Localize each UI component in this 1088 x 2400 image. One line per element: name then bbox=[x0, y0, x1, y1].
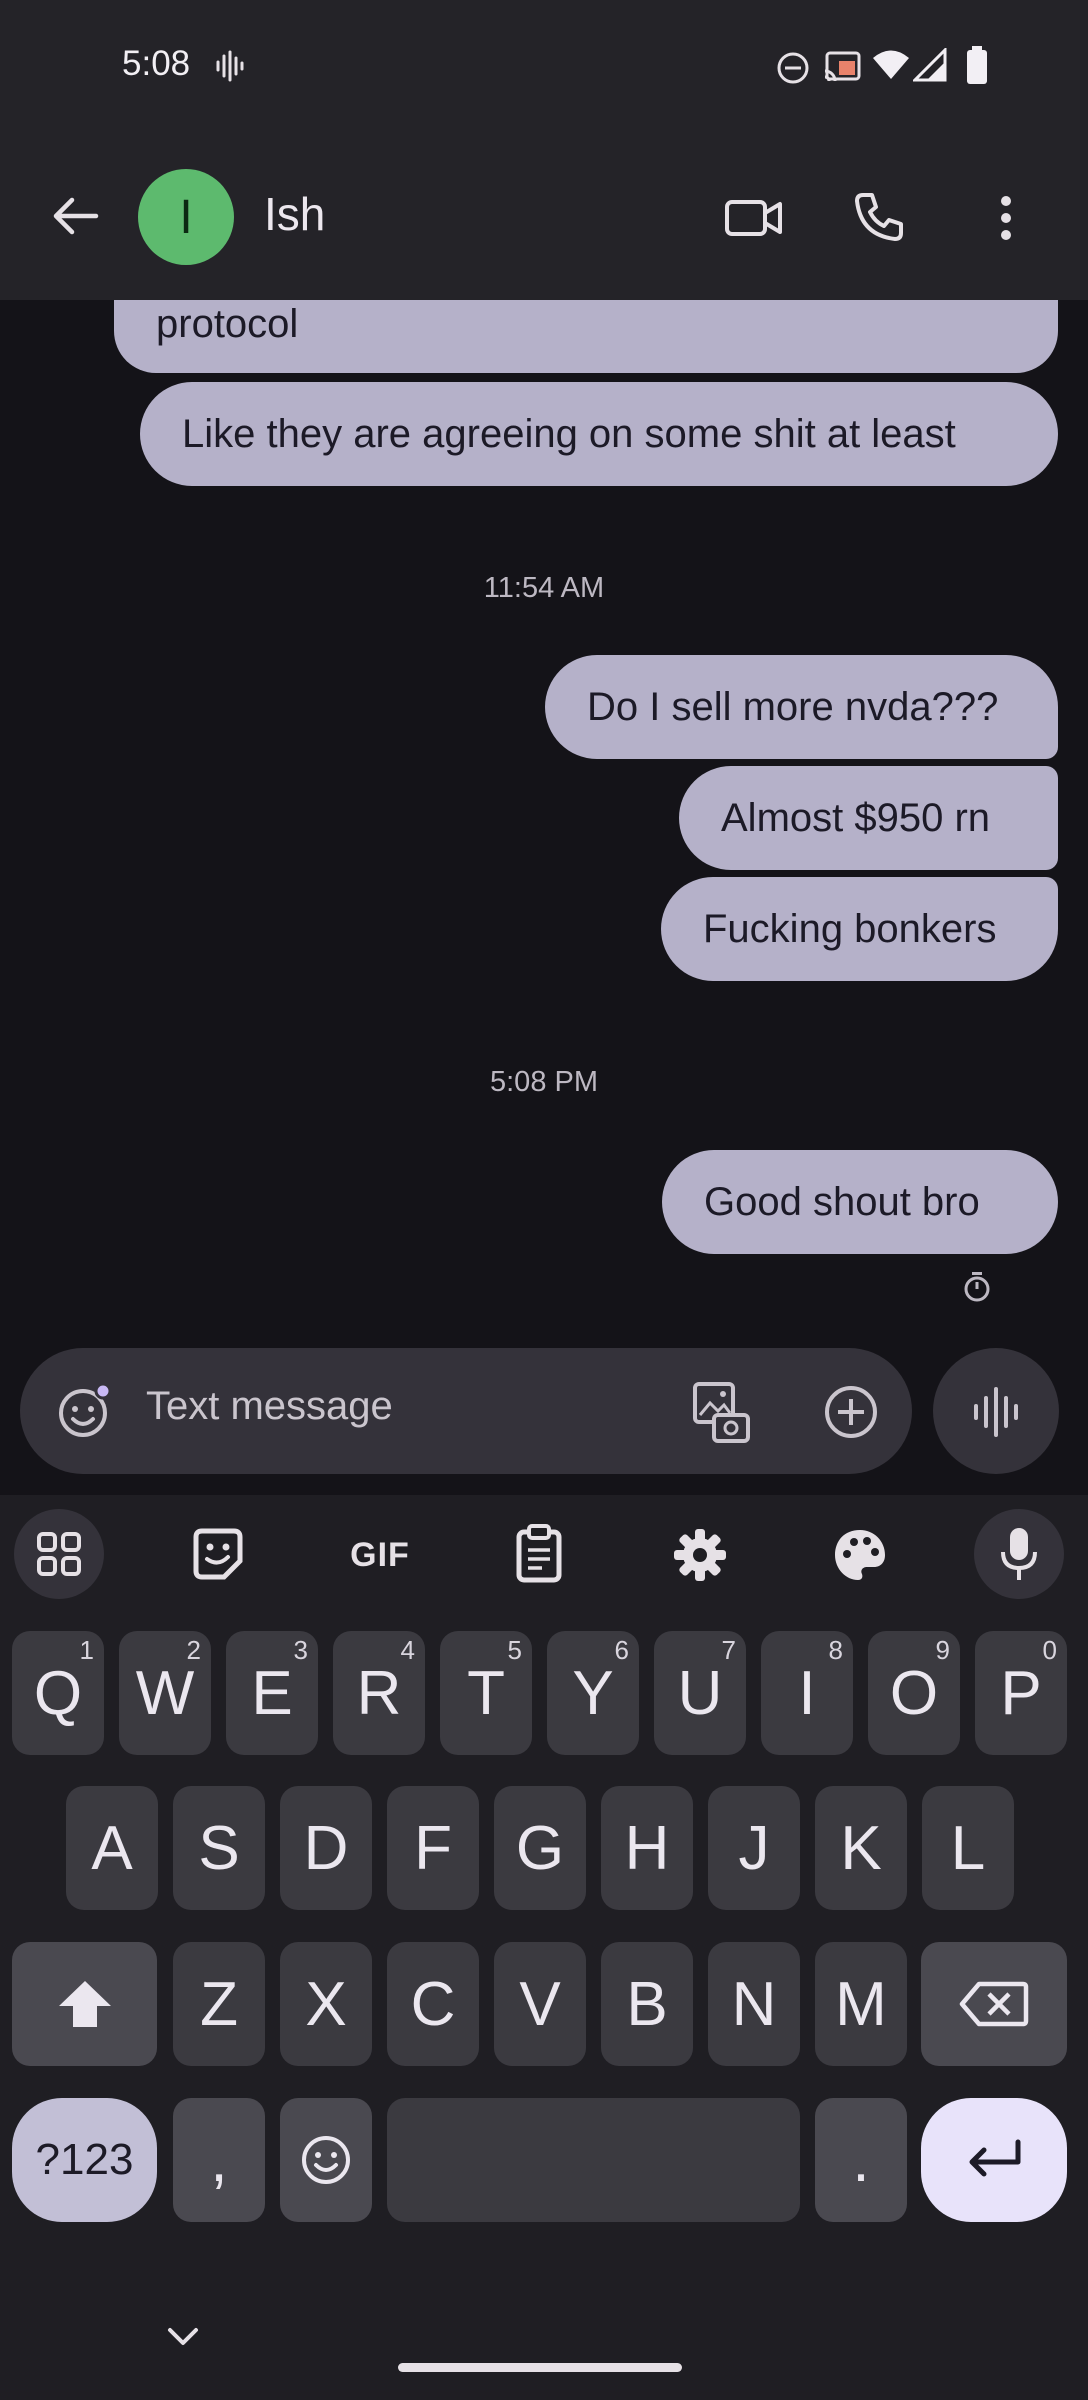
battery-icon bbox=[967, 46, 987, 84]
enter-icon bbox=[969, 2139, 1021, 2177]
do-not-disturb-icon bbox=[777, 52, 809, 84]
message-bubble[interactable]: Do I sell more nvda??? bbox=[545, 655, 1058, 759]
key-p[interactable]: P0 bbox=[975, 1631, 1067, 1755]
key-h[interactable]: H bbox=[601, 1786, 693, 1910]
period-key[interactable]: . bbox=[815, 2098, 907, 2222]
apps-grid-button[interactable] bbox=[14, 1509, 104, 1599]
sound-wave-status-icon bbox=[216, 50, 244, 82]
apps-grid-icon bbox=[37, 1532, 81, 1576]
key-v[interactable]: V bbox=[494, 1942, 586, 2066]
message-bubble[interactable]: Good shout bro bbox=[662, 1150, 1058, 1254]
status-time: 5:08 bbox=[122, 44, 191, 83]
shift-icon bbox=[58, 1981, 111, 2027]
gesture-nav-handle[interactable] bbox=[398, 2363, 682, 2372]
message-bubble[interactable]: protocol bbox=[114, 300, 1058, 373]
cellular-signal-icon bbox=[913, 48, 947, 82]
key-i[interactable]: I8 bbox=[761, 1631, 853, 1755]
emoji-key-icon bbox=[302, 2136, 350, 2184]
sticker-icon[interactable] bbox=[190, 1527, 246, 1583]
timestamp: 11:54 AM bbox=[483, 572, 605, 604]
chevron-down-icon[interactable] bbox=[166, 2326, 200, 2348]
key-b[interactable]: B bbox=[601, 1942, 693, 2066]
key-q[interactable]: Q1 bbox=[12, 1631, 104, 1755]
backspace-key[interactable] bbox=[921, 1942, 1067, 2066]
microphone-icon bbox=[1001, 1528, 1037, 1580]
key-k[interactable]: K bbox=[815, 1786, 907, 1910]
backspace-icon bbox=[959, 1981, 1029, 2027]
key-d[interactable]: D bbox=[280, 1786, 372, 1910]
key-n[interactable]: N bbox=[708, 1942, 800, 2066]
more-vert-icon[interactable] bbox=[996, 193, 1016, 243]
avatar[interactable]: I bbox=[138, 169, 234, 265]
enter-key[interactable] bbox=[921, 2098, 1067, 2222]
key-u[interactable]: U7 bbox=[654, 1631, 746, 1755]
key-x[interactable]: X bbox=[280, 1942, 372, 2066]
key-y[interactable]: Y6 bbox=[547, 1631, 639, 1755]
emoji-key[interactable] bbox=[280, 2098, 372, 2222]
add-icon[interactable] bbox=[823, 1384, 879, 1440]
message-placeholder[interactable]: Text message bbox=[146, 1384, 393, 1429]
message-thread[interactable]: protocol Like they are agreeing on some … bbox=[0, 300, 1088, 1345]
key-f[interactable]: F bbox=[387, 1786, 479, 1910]
comma-key[interactable]: , bbox=[173, 2098, 265, 2222]
message-bubble[interactable]: Fucking bonkers bbox=[661, 877, 1058, 981]
key-e[interactable]: E3 bbox=[226, 1631, 318, 1755]
clipboard-icon[interactable] bbox=[516, 1524, 562, 1584]
palette-icon[interactable] bbox=[832, 1527, 888, 1583]
key-c[interactable]: C bbox=[387, 1942, 479, 2066]
status-bar: 5:08 bbox=[0, 0, 1088, 135]
key-r[interactable]: R4 bbox=[333, 1631, 425, 1755]
video-call-icon[interactable] bbox=[724, 196, 784, 240]
key-g[interactable]: G bbox=[494, 1786, 586, 1910]
message-bubble[interactable]: Like they are agreeing on some shit at l… bbox=[140, 382, 1058, 486]
timestamp: 5:08 PM bbox=[490, 1066, 598, 1098]
phone-icon[interactable] bbox=[853, 191, 905, 243]
gallery-icon[interactable] bbox=[690, 1381, 754, 1445]
key-l[interactable]: L bbox=[922, 1786, 1014, 1910]
gif-button[interactable]: GIF bbox=[340, 1530, 420, 1580]
settings-gear-icon[interactable] bbox=[672, 1527, 728, 1583]
microphone-button[interactable] bbox=[974, 1509, 1064, 1599]
scheduled-timer-icon bbox=[964, 1272, 990, 1302]
back-arrow-icon[interactable] bbox=[50, 196, 100, 236]
key-w[interactable]: W2 bbox=[119, 1631, 211, 1755]
key-m[interactable]: M bbox=[815, 1942, 907, 2066]
wifi-icon bbox=[873, 50, 909, 79]
emoji-icon[interactable] bbox=[56, 1382, 114, 1440]
symbols-key[interactable]: ?123 bbox=[12, 2098, 157, 2222]
key-z[interactable]: Z bbox=[173, 1942, 265, 2066]
voice-waveform-icon[interactable] bbox=[972, 1386, 1020, 1438]
key-a[interactable]: A bbox=[66, 1786, 158, 1910]
key-o[interactable]: O9 bbox=[868, 1631, 960, 1755]
cast-icon bbox=[824, 51, 861, 82]
contact-name[interactable]: Ish bbox=[264, 187, 325, 241]
shift-key[interactable] bbox=[12, 1942, 157, 2066]
key-t[interactable]: T5 bbox=[440, 1631, 532, 1755]
key-j[interactable]: J bbox=[708, 1786, 800, 1910]
message-bubble[interactable]: Almost $950 rn bbox=[679, 766, 1058, 870]
space-key[interactable] bbox=[387, 2098, 800, 2222]
key-s[interactable]: S bbox=[173, 1786, 265, 1910]
